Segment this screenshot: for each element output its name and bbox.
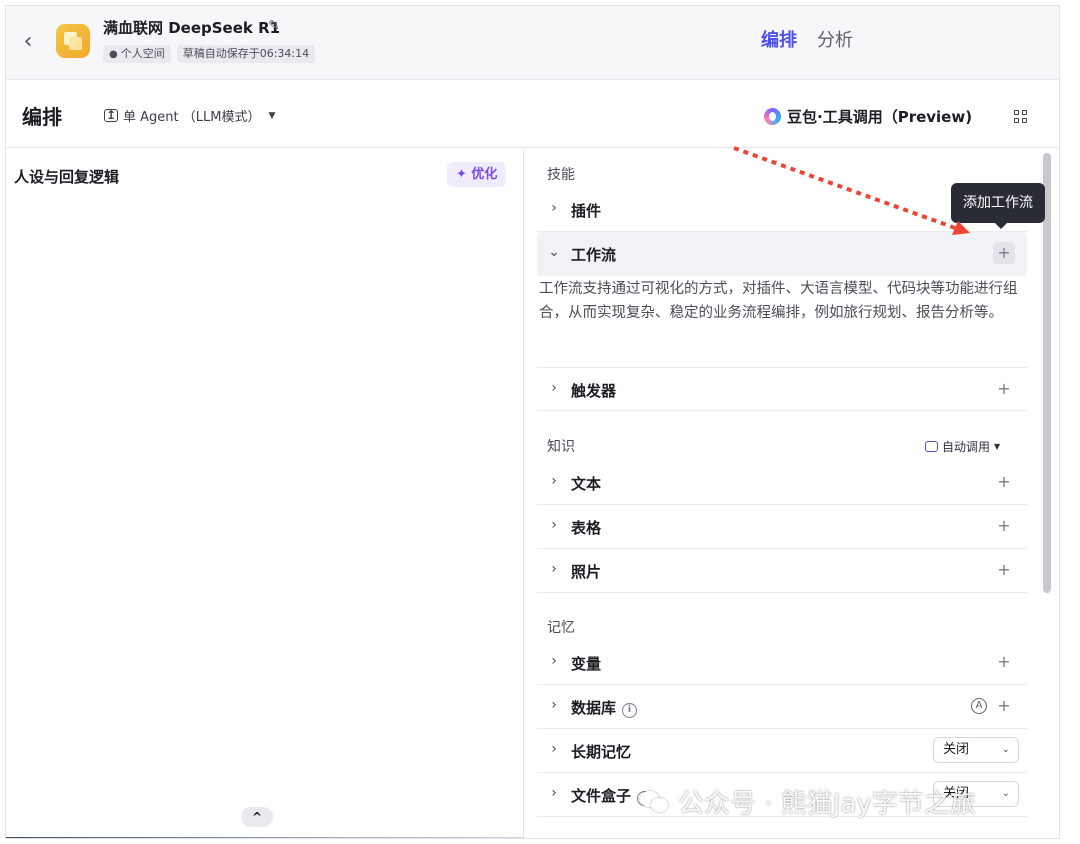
chevron-right-icon: › [551, 380, 557, 396]
row-label: 表格 [571, 519, 602, 537]
caret-down-icon: ▼ [994, 442, 1001, 451]
chevron-right-icon: › [551, 561, 557, 577]
auto-mode-icon[interactable]: A [971, 698, 987, 714]
long-term-memory-select[interactable]: 关闭 ⌄ [933, 737, 1019, 763]
skill-row-workflow[interactable]: ⌄ 工作流 + [537, 232, 1027, 276]
app-window: ‹ 满血联网 DeepSeek R1 ✎ ● 个人空间 草稿自动保存于06:34:… [5, 5, 1060, 839]
chevron-right-icon: › [551, 785, 557, 801]
divider [6, 837, 524, 838]
knowledge-row-text[interactable]: › 文本 + [537, 461, 1027, 505]
section-title-knowledge: 知识 [547, 439, 575, 455]
add-photo-button[interactable]: + [993, 559, 1015, 581]
add-trigger-button[interactable]: + [993, 378, 1015, 400]
sparkle-icon: ✦ [456, 167, 472, 182]
wechat-icon [640, 789, 670, 815]
sub-header: 编排 ↥ 单 Agent （LLM模式） ▼ 豆包·工具调用（Preview) [6, 80, 1059, 148]
chevron-right-icon: › [551, 517, 557, 533]
workflow-description: 工作流支持通过可视化的方式，对插件、大语言模型、代码块等功能进行组合，从而实现复… [539, 281, 1018, 321]
auto-call-select[interactable]: 自动调用 ▼ [925, 438, 1000, 455]
page-title: 编排 [22, 105, 62, 129]
tab-arrange[interactable]: 编排 [761, 26, 797, 52]
add-variable-button[interactable]: + [993, 651, 1015, 673]
knowledge-row-photo[interactable]: › 照片 + [537, 549, 1027, 593]
model-name: 豆包·工具调用（Preview) [787, 108, 973, 126]
agent-mode-label: 单 Agent （LLM模式） [123, 110, 261, 125]
chevron-right-icon: › [551, 741, 557, 757]
add-table-button[interactable]: + [993, 515, 1015, 537]
row-label: 插件 [571, 202, 602, 220]
knowledge-row-table[interactable]: › 表格 + [537, 505, 1027, 549]
chevron-right-icon: › [551, 473, 557, 489]
optimize-button[interactable]: ✦ 优化 [447, 162, 507, 187]
back-button[interactable]: ‹ [16, 28, 40, 56]
app-meta: ● 个人空间 草稿自动保存于06:34:14 [103, 45, 316, 63]
robot-icon [925, 441, 938, 452]
info-icon[interactable]: i [622, 703, 638, 718]
edit-icon[interactable]: ✎ [268, 18, 280, 34]
caret-down-icon: ▼ [268, 110, 276, 121]
row-label: 数据库 i [571, 697, 638, 718]
row-label: 工作流 [571, 246, 617, 264]
space-label: 个人空间 [120, 47, 165, 60]
tab-analysis[interactable]: 分析 [817, 26, 853, 52]
space-badge: ● 个人空间 [103, 45, 171, 63]
chevron-down-icon: ⌄ [1001, 744, 1010, 755]
add-text-button[interactable]: + [993, 471, 1015, 493]
persona-title: 人设与回复逻辑 [14, 168, 120, 186]
watermark: 公众号 · 熊猫Jay字节之旅 [640, 783, 976, 820]
chevron-down-icon: ⌄ [548, 244, 560, 260]
app-name: 满血联网 DeepSeek R1 [103, 19, 281, 37]
doubao-logo-icon [764, 108, 781, 125]
add-workflow-tooltip: 添加工作流 [951, 183, 1045, 229]
collapse-button[interactable]: ^ [241, 807, 273, 827]
file-box-label: 文件盒子 [571, 787, 632, 805]
memory-row-database[interactable]: › 数据库 i A + [537, 685, 1027, 729]
agent-icon: ↥ [104, 108, 118, 122]
add-workflow-button[interactable]: + [993, 242, 1015, 264]
row-label: 照片 [571, 563, 602, 581]
chevron-right-icon: › [551, 653, 557, 669]
draft-status-badge: 草稿自动保存于06:34:14 [176, 45, 316, 63]
add-database-button[interactable]: + [993, 695, 1015, 717]
skill-row-triggers[interactable]: › 触发器 + [537, 367, 1027, 411]
persona-panel: 人设与回复逻辑 ✦ 优化 ^ [6, 149, 524, 838]
section-title-memory: 记忆 [547, 620, 575, 636]
chevron-down-icon: ⌄ [1001, 788, 1010, 799]
grid-layout-icon[interactable] [1014, 110, 1028, 124]
row-label: 文本 [571, 475, 602, 493]
row-label: 长期记忆 [571, 743, 632, 761]
memory-row-variables[interactable]: › 变量 + [537, 641, 1027, 685]
optimize-label: 优化 [471, 167, 498, 182]
watermark-text: 公众号 · 熊猫Jay字节之旅 [678, 789, 976, 819]
section-title-skills: 技能 [547, 167, 575, 183]
chevron-right-icon: › [551, 200, 557, 216]
person-icon: ● [109, 49, 118, 60]
memory-row-long-term[interactable]: › 长期记忆 关闭 ⌄ [537, 729, 1027, 773]
model-select[interactable]: 豆包·工具调用（Preview) [764, 106, 972, 127]
mode-tabs: 编排 分析 [761, 26, 853, 52]
app-logo [56, 24, 90, 58]
top-header: ‹ 满血联网 DeepSeek R1 ✎ ● 个人空间 草稿自动保存于06:34:… [6, 6, 1059, 80]
skills-panel: 技能 › 插件 ⌄ 工作流 + 工作流支持通过可视化的方式，对插件、大语言模型、… [525, 149, 1059, 838]
agent-mode-select[interactable]: ↥ 单 Agent （LLM模式） ▼ [104, 106, 275, 125]
auto-call-label: 自动调用 [942, 440, 991, 454]
select-value: 关闭 [943, 742, 970, 757]
row-label: 变量 [571, 655, 602, 673]
database-label: 数据库 [571, 699, 617, 717]
row-label: 触发器 [571, 382, 617, 400]
chevron-right-icon: › [551, 697, 557, 713]
